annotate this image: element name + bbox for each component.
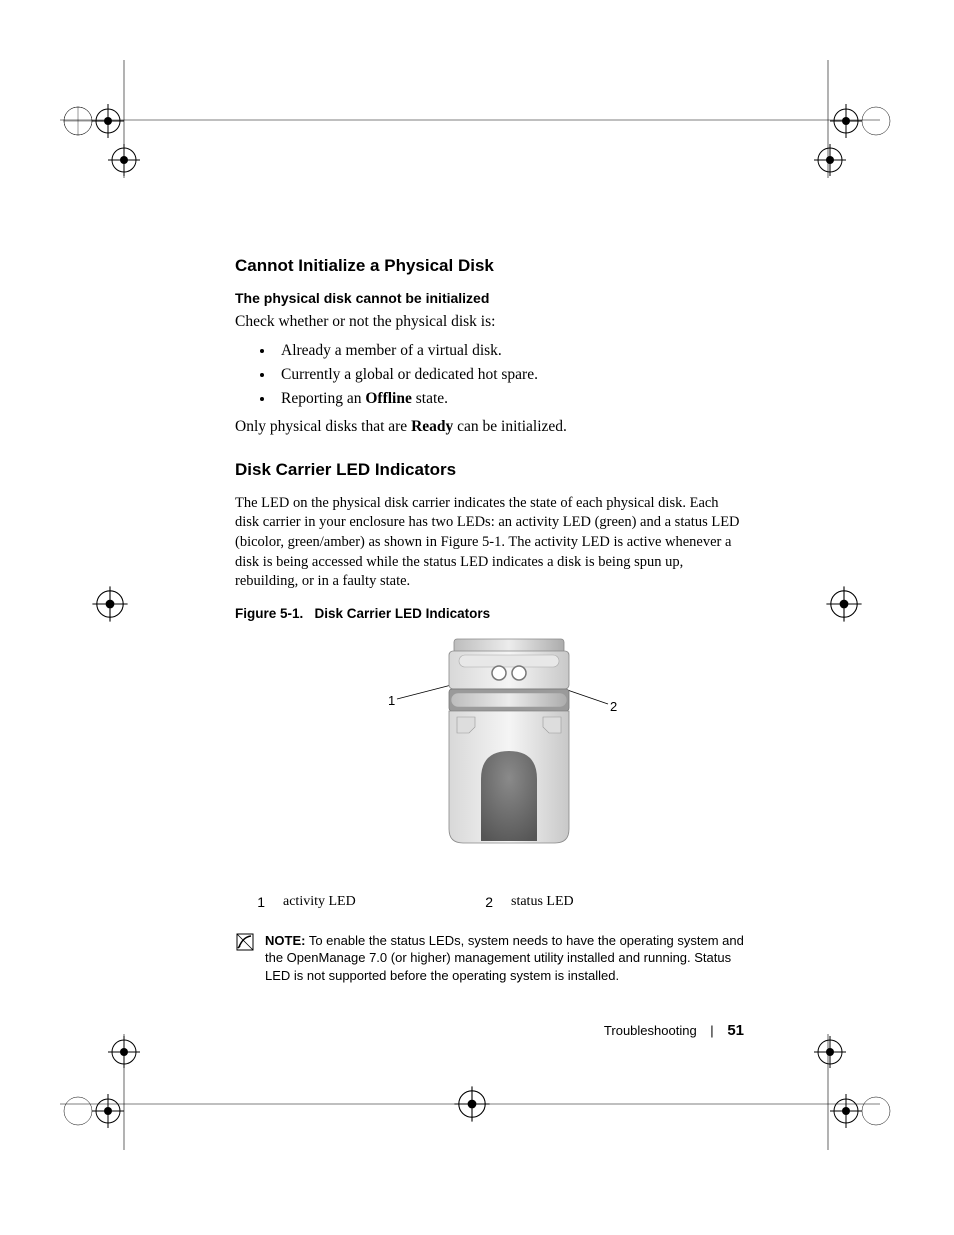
page-number: 51 bbox=[727, 1022, 744, 1039]
figure-legend: 1 activity LED 2 status LED bbox=[235, 894, 745, 910]
legend-num: 2 bbox=[463, 894, 493, 910]
footer-separator: | bbox=[710, 1023, 713, 1038]
footer-section: Troubleshooting bbox=[604, 1023, 697, 1038]
note-text: NOTE: To enable the status LEDs, system … bbox=[265, 932, 745, 985]
callout-1: 1 bbox=[388, 693, 395, 708]
list-item: Already a member of a virtual disk. bbox=[275, 339, 745, 363]
crop-mark-icon bbox=[810, 1032, 850, 1072]
figure-caption: Figure 5-1. Disk Carrier LED Indicators bbox=[235, 606, 745, 621]
heading-cannot-initialize: Cannot Initialize a Physical Disk bbox=[235, 256, 745, 276]
note-block: NOTE: To enable the status LEDs, system … bbox=[235, 932, 745, 985]
page-footer: Troubleshooting | 51 bbox=[604, 1022, 744, 1039]
legend-label: status LED bbox=[493, 894, 691, 910]
list-item: Currently a global or dedicated hot spar… bbox=[275, 363, 745, 387]
subheading-cannot-be-initialized: The physical disk cannot be initialized bbox=[235, 290, 745, 306]
figure-disk-carrier: 1 2 bbox=[235, 631, 745, 866]
crop-mark-icon bbox=[810, 140, 850, 180]
led-paragraph: The LED on the physical disk carrier ind… bbox=[235, 494, 745, 592]
crop-mark-icon bbox=[88, 582, 132, 626]
intro-text: Check whether or not the physical disk i… bbox=[235, 312, 745, 333]
crop-mark-icon bbox=[450, 1082, 494, 1126]
legend-label: activity LED bbox=[265, 894, 463, 910]
bullet-list: Already a member of a virtual disk. Curr… bbox=[235, 339, 745, 411]
crop-mark-icon bbox=[822, 582, 866, 626]
crop-mark-icon bbox=[60, 1076, 130, 1146]
callout-2: 2 bbox=[610, 699, 617, 714]
note-icon bbox=[235, 932, 255, 952]
disk-carrier-illustration bbox=[235, 631, 745, 861]
crop-mark-icon bbox=[104, 140, 144, 180]
list-item: Reporting an Offline state. bbox=[275, 387, 745, 411]
closing-text: Only physical disks that are Ready can b… bbox=[235, 417, 745, 438]
crop-mark-icon bbox=[824, 1076, 894, 1146]
crop-mark-icon bbox=[104, 1032, 144, 1072]
legend-num: 1 bbox=[235, 894, 265, 910]
heading-led-indicators: Disk Carrier LED Indicators bbox=[235, 460, 745, 480]
